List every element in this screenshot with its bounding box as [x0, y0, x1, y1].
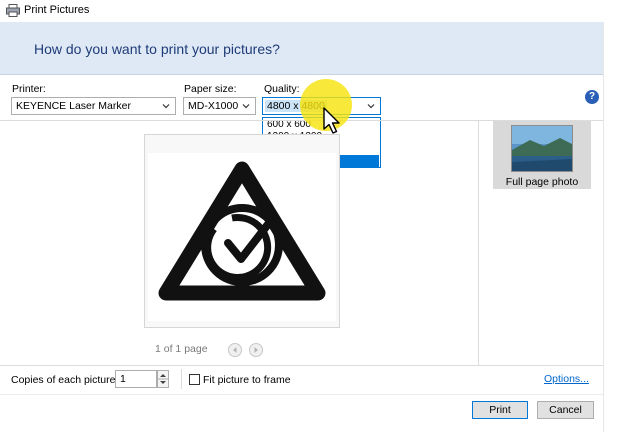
window-title: Print Pictures	[24, 4, 90, 16]
divider	[0, 394, 603, 395]
paper-size-label: Paper size:	[184, 83, 237, 95]
printer-label: Printer:	[12, 83, 46, 95]
quality-label: Quality:	[264, 83, 300, 95]
window-edge	[603, 22, 630, 432]
copies-value: 1	[120, 373, 126, 385]
header-banner: How do you want to print your pictures?	[0, 22, 603, 75]
header-question: How do you want to print your pictures?	[34, 41, 280, 57]
paper-size-select[interactable]: MD-X1000	[183, 97, 256, 115]
chevron-down-icon	[162, 104, 170, 109]
chevron-down-icon	[242, 104, 250, 109]
chevron-down-icon	[367, 104, 375, 109]
divider	[181, 369, 182, 389]
cancel-button[interactable]: Cancel	[537, 401, 594, 419]
mouse-pointer-icon	[323, 107, 340, 134]
options-link[interactable]: Options...	[544, 373, 589, 385]
rcm-mark-icon	[158, 161, 326, 301]
copies-input[interactable]: 1	[115, 370, 157, 388]
copies-label: Copies of each picture:	[11, 374, 119, 386]
layout-thumbnail	[511, 125, 573, 172]
landscape-photo-icon	[512, 126, 572, 171]
spin-arrows-icon	[158, 374, 168, 384]
arrow-right-icon	[254, 347, 258, 353]
printer-icon	[6, 4, 20, 17]
help-icon[interactable]: ?	[585, 90, 599, 104]
copies-spinner[interactable]	[157, 370, 169, 388]
layout-full-page-photo[interactable]: Full page photo	[493, 121, 591, 189]
fit-picture-checkbox[interactable]	[189, 374, 200, 385]
next-page-button[interactable]	[249, 343, 263, 357]
previous-page-button[interactable]	[228, 343, 242, 357]
divider	[478, 121, 479, 365]
page-preview	[144, 134, 340, 328]
paper-size-value: MD-X1000	[188, 100, 239, 112]
arrow-left-icon	[233, 347, 237, 353]
print-button[interactable]: Print	[472, 401, 528, 419]
picture-preview	[148, 153, 336, 321]
title-bar: Print Pictures	[0, 0, 630, 22]
fit-picture-label: Fit picture to frame	[203, 374, 291, 386]
divider	[0, 365, 603, 366]
printer-select[interactable]: KEYENCE Laser Marker	[11, 97, 176, 115]
layout-label: Full page photo	[505, 176, 579, 188]
printer-value: KEYENCE Laser Marker	[16, 100, 131, 112]
page-counter: 1 of 1 page	[155, 343, 208, 355]
